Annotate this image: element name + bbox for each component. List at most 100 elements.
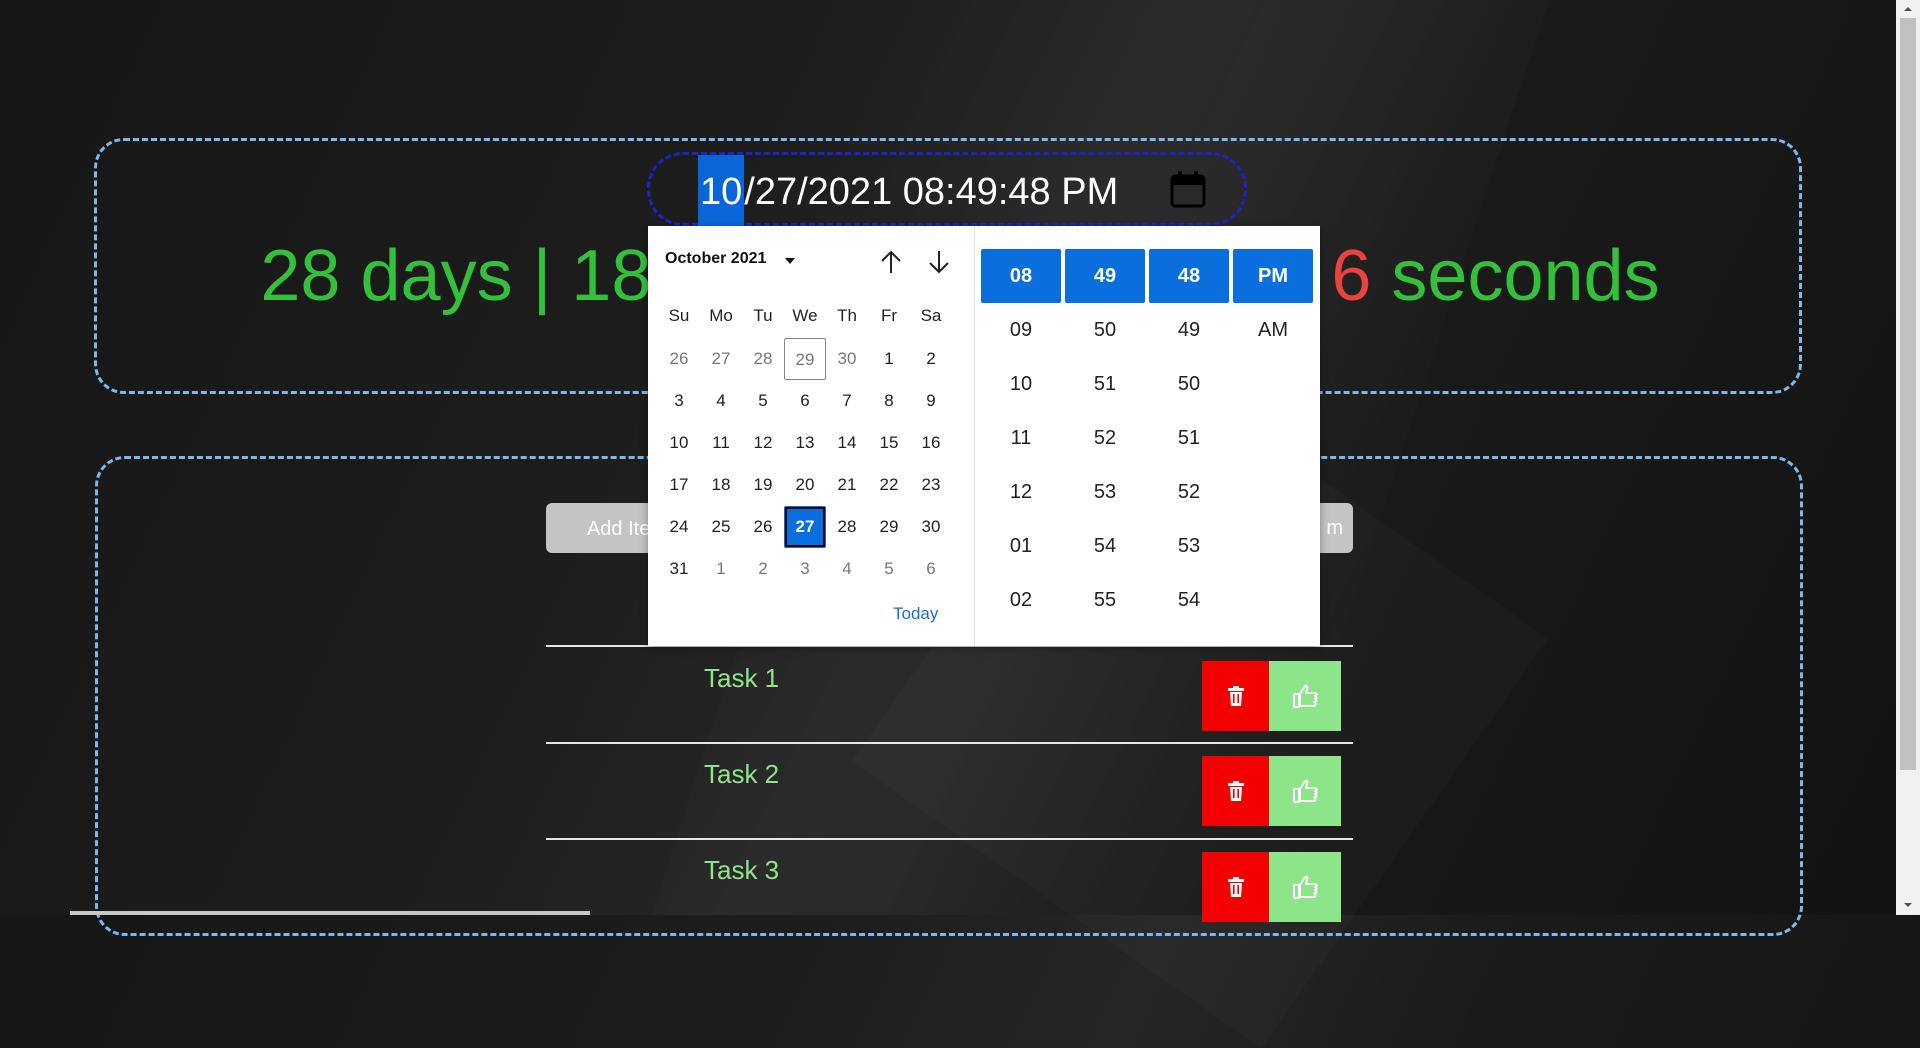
weekday-header: Su [668, 306, 690, 325]
hour-option[interactable]: 09 [981, 303, 1061, 357]
calendar-icon[interactable] [1170, 170, 1206, 208]
second-option[interactable]: 48 [1149, 249, 1229, 303]
scroll-up-arrow-icon[interactable] [1900, 2, 1916, 16]
next-month-arrow-icon[interactable] [923, 246, 955, 278]
minute-option[interactable]: 55 [1065, 573, 1145, 627]
calendar-day[interactable]: 9 [910, 380, 952, 422]
calendar-day[interactable]: 27 [700, 338, 742, 380]
calendar-pane: October 2021 Su Mo Tu We Th Fr Sa 26 27 28 29 30 1 2… [648, 226, 974, 646]
calendar-day[interactable]: 4 [700, 380, 742, 422]
hour-option[interactable]: 01 [981, 519, 1061, 573]
calendar-day[interactable]: 30 [826, 338, 868, 380]
calendar-day[interactable]: 23 [910, 464, 952, 506]
minute-option[interactable]: 49 [1065, 249, 1145, 303]
calendar-day[interactable]: 5 [868, 548, 910, 590]
task-label: Task 2 [704, 759, 780, 789]
hour-option[interactable]: 08 [981, 249, 1061, 303]
calendar-day[interactable]: 15 [868, 422, 910, 464]
previous-month-arrow-icon[interactable] [875, 246, 907, 278]
calendar-day[interactable]: 2 [742, 548, 784, 590]
calendar-day[interactable]: 3 [658, 380, 700, 422]
calendar-day[interactable]: 1 [700, 548, 742, 590]
calendar-day[interactable]: 20 [784, 464, 826, 506]
calendar-day[interactable]: 21 [826, 464, 868, 506]
calendar-day[interactable]: 4 [826, 548, 868, 590]
minute-option[interactable]: 52 [1065, 411, 1145, 465]
calendar-day[interactable]: 16 [910, 422, 952, 464]
calendar-day[interactable]: 26 [742, 506, 784, 548]
task-label: Task 1 [704, 663, 780, 693]
second-option[interactable]: 53 [1149, 519, 1229, 573]
calendar-day[interactable]: 27 [784, 506, 826, 548]
hour-option[interactable]: 02 [981, 573, 1061, 627]
calendar-day[interactable]: 25 [700, 506, 742, 548]
calendar-day[interactable]: 8 [868, 380, 910, 422]
second-option[interactable]: 51 [1149, 411, 1229, 465]
minute-option[interactable]: 53 [1065, 465, 1145, 519]
second-option[interactable]: 49 [1149, 303, 1229, 357]
calendar-day[interactable]: 6 [910, 548, 952, 590]
calendar-day[interactable]: 6 [784, 380, 826, 422]
minute-option[interactable]: 50 [1065, 303, 1145, 357]
thumbs-up-icon [1293, 684, 1318, 708]
delete-task-button[interactable] [1202, 852, 1269, 922]
calendar-day[interactable]: 5 [742, 380, 784, 422]
weekday-header: Th [837, 306, 857, 325]
calendar-day[interactable]: 29 [868, 506, 910, 548]
calendar-day[interactable]: 3 [784, 548, 826, 590]
ampm-option[interactable]: AM [1233, 303, 1313, 357]
calendar-day[interactable]: 26 [658, 338, 700, 380]
calendar-day[interactable]: 7 [826, 380, 868, 422]
today-link[interactable]: Today [893, 604, 938, 624]
complete-task-button[interactable] [1269, 756, 1341, 826]
weekday-header: Fr [880, 306, 898, 325]
weekday-header: We [792, 306, 818, 325]
hour-option[interactable]: 12 [981, 465, 1061, 519]
trash-icon [1227, 877, 1244, 897]
weekday-header: Sa [920, 306, 942, 325]
minute-option[interactable]: 54 [1065, 519, 1145, 573]
calendar-day[interactable]: 2 [910, 338, 952, 380]
complete-task-button[interactable] [1269, 661, 1341, 731]
datetime-picker: October 2021 Su Mo Tu We Th Fr Sa 26 27 28 29 30 1 2… [648, 226, 1320, 646]
calendar-day[interactable]: 1 [868, 338, 910, 380]
horizontal-scrollbar[interactable] [70, 911, 590, 915]
delete-task-button[interactable] [1202, 661, 1269, 731]
calendar-day[interactable]: 12 [742, 422, 784, 464]
thumbs-up-icon [1293, 875, 1318, 899]
scroll-down-arrow-icon[interactable] [1900, 898, 1916, 912]
calendar-day[interactable]: 17 [658, 464, 700, 506]
datetime-input[interactable]: 10/27/2021 08:49:48 PM [647, 152, 1247, 229]
calendar-day[interactable]: 19 [742, 464, 784, 506]
calendar-day[interactable]: 13 [784, 422, 826, 464]
month-year-selector[interactable]: October 2021 [665, 250, 766, 268]
complete-task-button[interactable] [1269, 852, 1341, 922]
datetime-rest-segment[interactable]: /27/2021 08:49:48 PM [744, 155, 1118, 229]
thumbs-up-icon [1293, 779, 1318, 803]
calendar-day[interactable]: 29 [784, 338, 826, 380]
calendar-day[interactable]: 10 [658, 422, 700, 464]
delete-task-button[interactable] [1202, 756, 1269, 826]
weekday-header: Tu [753, 306, 773, 325]
calendar-day[interactable]: 22 [868, 464, 910, 506]
second-option[interactable]: 52 [1149, 465, 1229, 519]
second-option[interactable]: 54 [1149, 573, 1229, 627]
caret-down-icon[interactable] [785, 258, 795, 264]
countdown-seconds-label: seconds [1371, 236, 1660, 316]
calendar-day[interactable]: 18 [700, 464, 742, 506]
calendar-day[interactable]: 11 [700, 422, 742, 464]
ampm-option[interactable]: PM [1233, 249, 1313, 303]
hour-option[interactable]: 10 [981, 357, 1061, 411]
scrollbar-thumb[interactable] [1900, 18, 1916, 770]
calendar-day[interactable]: 31 [658, 548, 700, 590]
calendar-day[interactable]: 30 [910, 506, 952, 548]
second-option[interactable]: 50 [1149, 357, 1229, 411]
calendar-day[interactable]: 28 [742, 338, 784, 380]
calendar-day[interactable]: 24 [658, 506, 700, 548]
hour-option[interactable]: 11 [981, 411, 1061, 465]
calendar-day[interactable]: 14 [826, 422, 868, 464]
minute-option[interactable]: 51 [1065, 357, 1145, 411]
datetime-month-segment[interactable]: 10 [698, 155, 745, 229]
countdown-left: 28 days | 18 [260, 236, 652, 316]
calendar-day[interactable]: 28 [826, 506, 868, 548]
